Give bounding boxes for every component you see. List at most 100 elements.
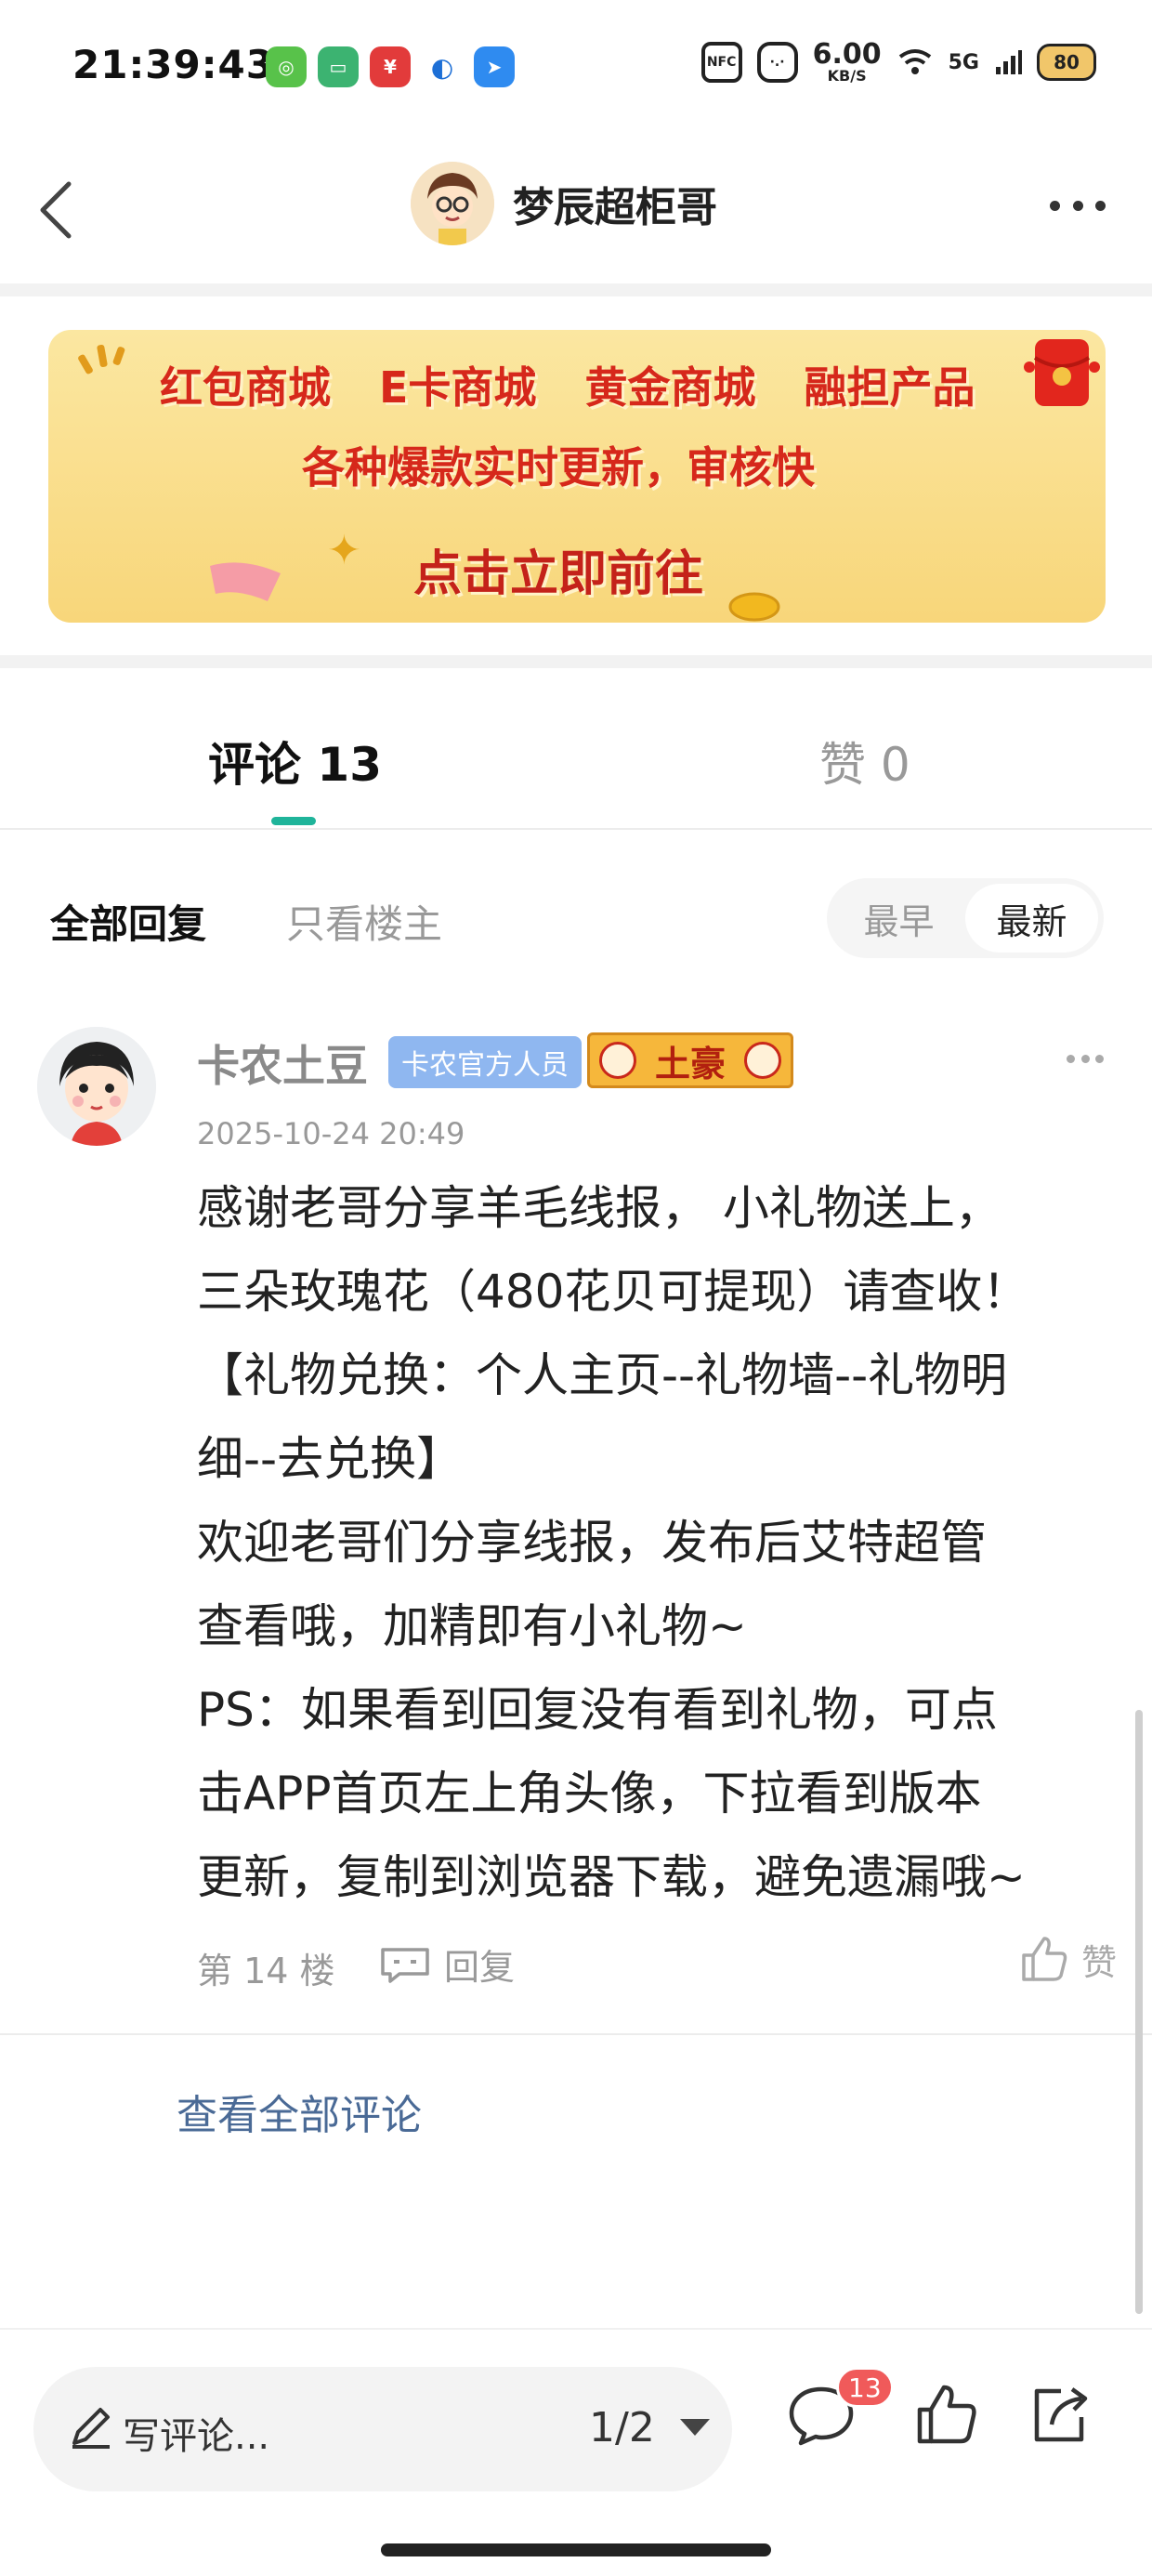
comment-line: 感谢老哥分享羊毛线报， 小礼物送上，	[197, 1181, 1001, 1235]
divider	[0, 655, 1152, 668]
reply-bubble-icon	[381, 1947, 429, 1983]
promo-banner[interactable]: 红包商城 E卡商城 黄金商城 融担产品 各种爆款实时更新，审核快 点击立即前往 …	[48, 330, 1106, 623]
red-packet-icon	[1024, 339, 1100, 406]
comment-line: 【礼物兑换：个人主页--礼物墙--礼物明	[197, 1348, 1008, 1402]
like-label: 赞	[1080, 1941, 1117, 1983]
chevron-left-icon	[40, 181, 72, 239]
comment-count-badge: 13	[836, 2367, 894, 2408]
filter-op-only[interactable]: 只看楼主	[286, 893, 442, 950]
more-options-button[interactable]	[1050, 191, 1106, 219]
thumbs-up-icon	[1022, 1937, 1067, 1981]
tab-bar: 评论 13 赞 0	[0, 683, 1152, 830]
comment-line: 更新，复制到浏览器下载，避免遗漏哦~	[197, 1850, 1026, 1904]
sparkle-lines-icon	[78, 344, 125, 375]
banner-subtitle: 各种爆款实时更新，审核快	[302, 442, 815, 493]
write-comment-input[interactable]: 写评论... 1/2	[33, 2367, 732, 2491]
rich-badge-label: 土豪	[654, 1043, 726, 1084]
wallet-app-icon: ¥	[370, 46, 411, 87]
divider	[0, 283, 1152, 296]
comment-line: 三朵玫瑰花（480花贝可提现）请查收！	[197, 1265, 1029, 1319]
dot-icon	[1050, 200, 1060, 211]
shield-cat-icon: ·.·	[756, 42, 798, 83]
sort-latest-option[interactable]: 最新	[965, 884, 1098, 953]
status-system-icons: NFC ·.· 6.00 KB/S 5G 80	[700, 41, 1096, 84]
page-indicator[interactable]: 1/2	[589, 2404, 655, 2451]
battery-icon: 80	[1037, 44, 1096, 81]
author-info[interactable]: 梦辰超柜哥	[411, 162, 717, 245]
official-badge: 卡农官方人员	[388, 1036, 582, 1088]
comment-item: 卡农土豆 卡农官方人员 土豪 2025-10-24 20:49 感谢老哥分享羊毛…	[0, 999, 1152, 2035]
star-sparkle-icon: ✦	[327, 527, 361, 574]
comment-line: 击APP首页左上角头像，下拉看到版本	[197, 1767, 982, 1820]
tab-comments-label: 评论	[208, 738, 301, 792]
author-avatar[interactable]	[411, 162, 494, 245]
reply-label: 回复	[444, 1947, 516, 1988]
bottom-action-bar: 写评论... 1/2 13	[0, 2328, 1152, 2576]
comment-line: 欢迎老哥们分享线报，发布后艾特超管	[197, 1516, 987, 1570]
dot-icon	[1095, 200, 1106, 211]
sort-earliest-option[interactable]: 最早	[832, 884, 965, 953]
message-app-icon: ▭	[318, 46, 359, 87]
rich-badge: 土豪	[587, 1032, 793, 1088]
banner-categories: 红包商城 E卡商城 黄金商城 融担产品	[160, 354, 975, 415]
banner-category: 融担产品	[804, 362, 975, 413]
banner-category: 红包商城	[160, 362, 331, 413]
comment-line: 查看哦，加精即有小礼物~	[197, 1599, 747, 1653]
coin-icon	[728, 592, 780, 622]
comment-like-button[interactable]: 赞	[1018, 1933, 1117, 1985]
wifi-icon	[898, 49, 931, 74]
active-tab-indicator	[271, 817, 316, 825]
tab-comments[interactable]: 评论 13	[208, 728, 382, 795]
status-time: 21:39:43	[72, 42, 274, 87]
net-speed-value: 6.00	[812, 38, 882, 71]
commenter-avatar[interactable]	[37, 1027, 156, 1146]
pay-app-icon: ◐	[422, 46, 463, 87]
scrollbar[interactable]	[1135, 1710, 1143, 2314]
dot-icon	[1072, 200, 1083, 211]
net-speed: 6.00 KB/S	[813, 41, 882, 84]
comment-more-button[interactable]	[1067, 1055, 1104, 1068]
pencil-icon	[72, 2408, 110, 2449]
author-avatar-illustration	[411, 162, 494, 245]
signal-label: 5G	[948, 50, 979, 74]
home-indicator[interactable]	[381, 2543, 771, 2556]
tab-likes-label: 赞	[819, 738, 866, 792]
dot-icon	[1080, 1055, 1090, 1063]
caret-down-icon[interactable]	[680, 2419, 710, 2436]
tab-comments-count: 13	[317, 738, 383, 792]
comment-line: 细--去兑换】	[197, 1432, 464, 1486]
mascot-icon	[599, 1042, 636, 1079]
status-bar: 21:39:43 ◎ ▭ ¥ ◐ ➤ NFC ·.· 6.00 KB/S 5G …	[0, 0, 1152, 139]
reply-button[interactable]: 回复	[379, 1939, 515, 1990]
status-app-icons: ◎ ▭ ¥ ◐ ➤	[266, 46, 515, 87]
comment-body: 感谢老哥分享羊毛线报， 小礼物送上， 三朵玫瑰花（480花贝可提现）请查收！ 【…	[197, 1166, 1126, 1919]
comment-line: PS：如果看到回复没有看到礼物，可点	[197, 1683, 998, 1737]
net-speed-unit: KB/S	[827, 67, 867, 85]
tab-likes[interactable]: 赞 0	[819, 728, 910, 795]
page-title: 梦辰超柜哥	[513, 184, 717, 231]
dot-icon	[1095, 1055, 1104, 1063]
comment-time: 2025-10-24 20:49	[197, 1116, 465, 1151]
back-button[interactable]	[28, 173, 93, 247]
ribbon-icon	[210, 562, 281, 601]
signal-bars-icon	[996, 50, 1022, 74]
share-icon[interactable]	[1024, 2378, 1098, 2452]
dot-icon	[1067, 1055, 1075, 1063]
reply-filter-bar: 全部回复 只看楼主 最早 最新	[0, 832, 1152, 999]
app-notification-icon: ◎	[266, 46, 307, 87]
banner-category: 黄金商城	[584, 362, 756, 413]
post-header: 梦辰超柜哥	[0, 139, 1152, 279]
like-icon[interactable]	[910, 2378, 985, 2452]
commenter-name[interactable]: 卡农土豆	[197, 1032, 368, 1094]
tab-likes-count: 0	[880, 738, 910, 792]
floor-number: 第 14 楼	[197, 1951, 335, 1991]
commenter-avatar-illustration	[37, 1027, 156, 1146]
view-all-comments-link[interactable]: 查看全部评论	[177, 2082, 422, 2141]
comment-footer: 第 14 楼 回复 赞	[197, 1933, 1117, 1998]
nfc-icon: NFC	[700, 42, 742, 83]
write-comment-placeholder: 写评论...	[123, 2415, 270, 2458]
mascot-icon	[743, 1042, 781, 1079]
banner-category: E卡商城	[379, 362, 537, 413]
send-app-icon: ➤	[474, 46, 515, 87]
filter-all-replies[interactable]: 全部回复	[50, 893, 206, 950]
